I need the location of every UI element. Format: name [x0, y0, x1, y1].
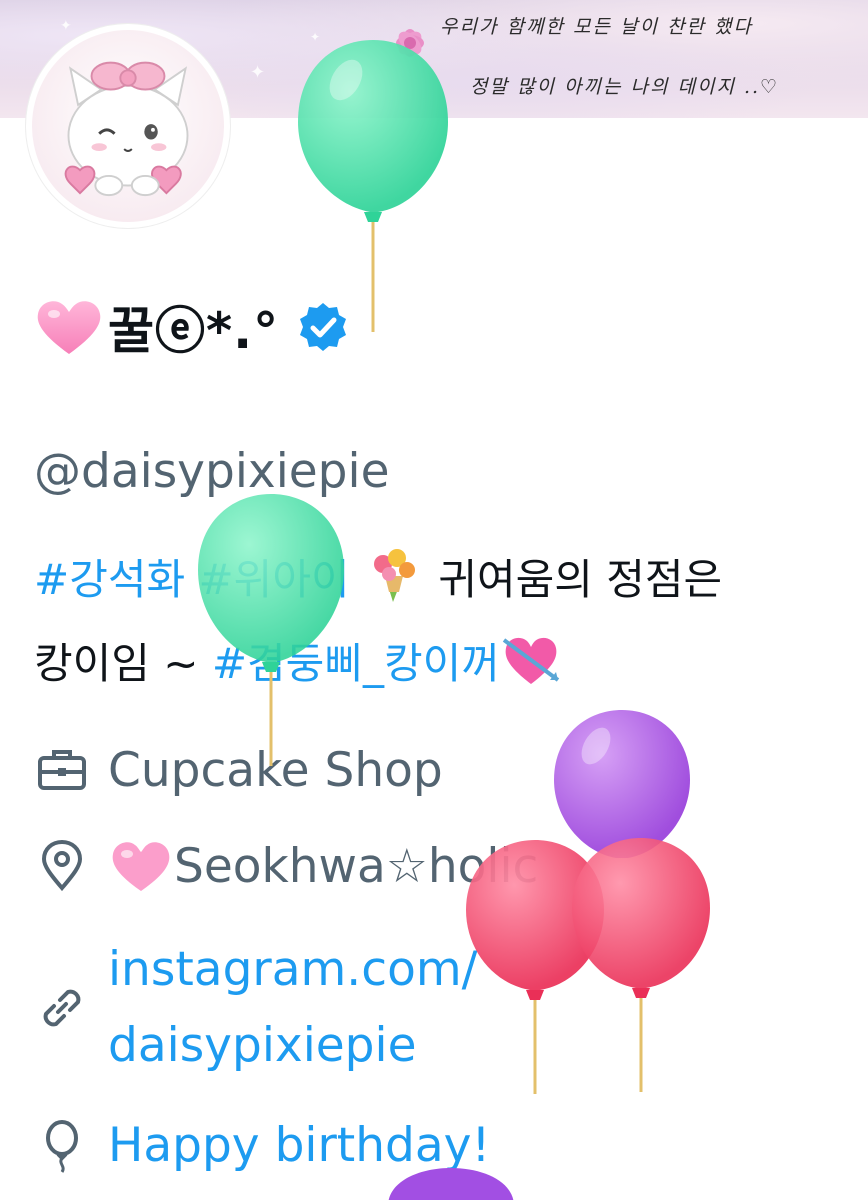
link-icon — [43, 989, 81, 1027]
bio-text: 귀여움의 정점은 — [438, 555, 723, 604]
hashtag-link[interactable]: #강석화 — [34, 555, 185, 604]
briefcase-icon — [38, 750, 86, 790]
info-birthday-row: Happy birthday! — [34, 1108, 490, 1184]
flower-icon — [396, 29, 424, 57]
birthday-text: Happy birthday! — [108, 1118, 491, 1173]
balloon-icon — [46, 1120, 78, 1173]
work-text: Cupcake Shop — [108, 742, 443, 798]
heart-arrow-icon — [502, 637, 560, 684]
sparkle-icon: ✦ — [310, 30, 321, 44]
red-balloon-icon — [572, 838, 710, 1092]
bouquet-icon — [373, 549, 415, 602]
info-location-row: Seokhwa☆holic — [34, 838, 538, 894]
verified-badge-icon — [300, 303, 347, 351]
hashtag-link[interactable]: #겸둥삐_캉이꺼 — [212, 639, 500, 688]
banner-caption-line2: 정말 많이 아끼는 나의 데이지 ..♡ — [470, 76, 780, 98]
info-work-row: Cupcake Shop — [34, 742, 443, 798]
location-text: Seokhwa☆holic — [174, 838, 539, 894]
avatar-cat-illustration — [32, 30, 224, 222]
pink-heart-icon — [37, 301, 101, 354]
info-link-row: instagram.com/ daisypixiepie — [34, 932, 477, 1084]
profile-bio: #강석화 #위아이 귀여움의 정점은 캉이임 ~ #겸둥삐_캉이꺼 — [34, 538, 844, 706]
sparkle-icon: ✦ — [60, 18, 72, 34]
purple-balloon-icon — [554, 710, 690, 858]
sparkle-icon: ✦ — [250, 62, 266, 83]
display-name-row: 꿀ⓔ*.° — [34, 282, 349, 372]
website-link-line2[interactable]: daisypixiepie — [108, 1008, 477, 1084]
location-pin-icon — [41, 839, 83, 892]
display-name: 꿀ⓔ*.° — [108, 302, 280, 360]
website-link-line1[interactable]: instagram.com/ — [108, 932, 477, 1008]
banner-caption-line1: 우리가 함께한 모든 날이 찬란 했다 — [440, 16, 753, 38]
pink-heart-icon — [112, 842, 170, 891]
bio-text: 캉이임 ~ — [34, 639, 199, 688]
avatar[interactable] — [26, 24, 230, 228]
hashtag-link[interactable]: #위아이 — [198, 555, 349, 604]
username-handle: @daisypixiepie — [34, 444, 390, 499]
profile-page: ✦ ✦ ✦ 우리가 함께한 모든 날이 찬란 했다 정말 많이 아끼는 나의 데… — [0, 0, 868, 1200]
